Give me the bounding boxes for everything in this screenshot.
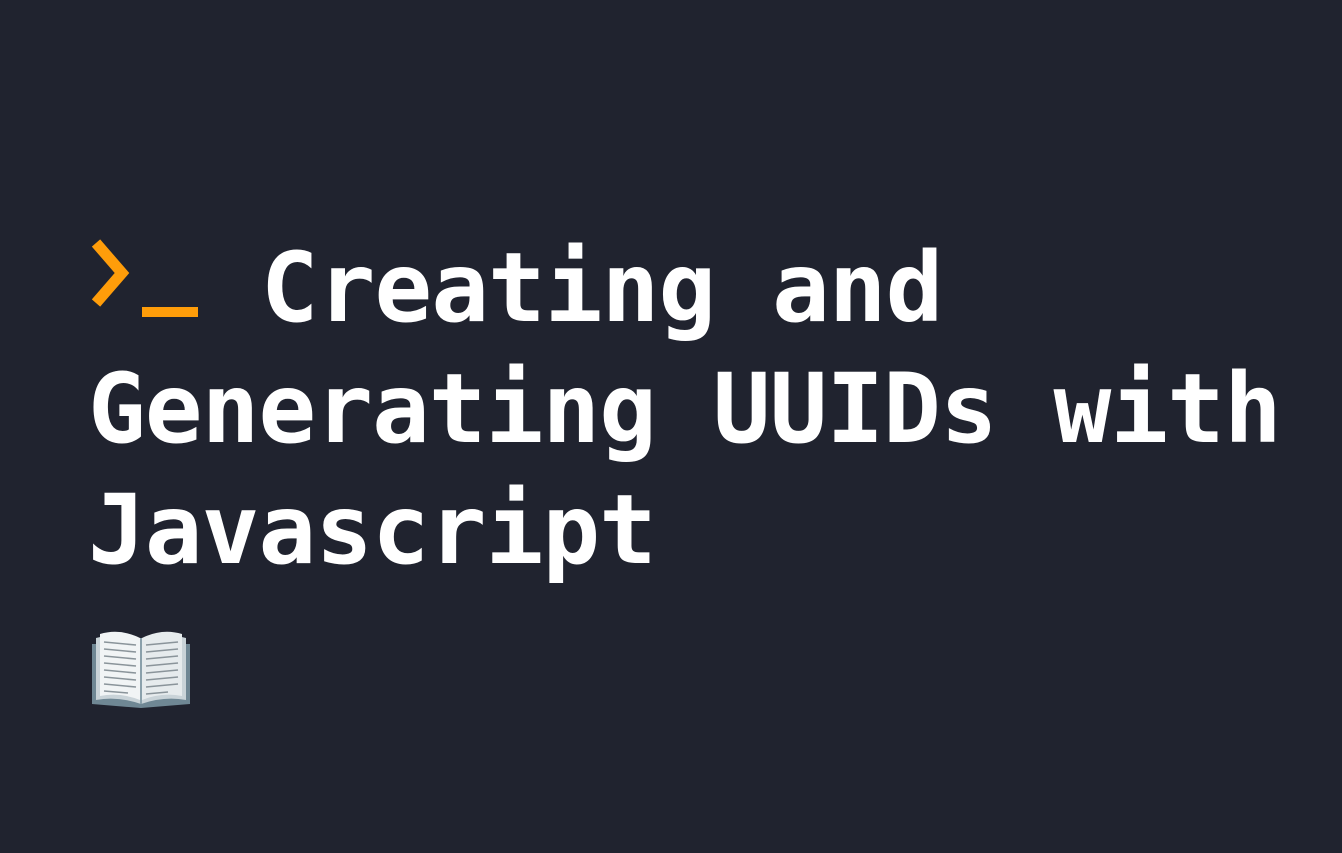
open-book-icon bbox=[92, 631, 190, 708]
article-title: Creating and Generating UUIDs with Javas… bbox=[88, 228, 1318, 591]
article-title-text: Creating and Generating UUIDs with Javas… bbox=[88, 232, 1338, 586]
cover-canvas: Creating and Generating UUIDs with Javas… bbox=[0, 0, 1342, 853]
terminal-prompt-icon bbox=[88, 237, 204, 321]
